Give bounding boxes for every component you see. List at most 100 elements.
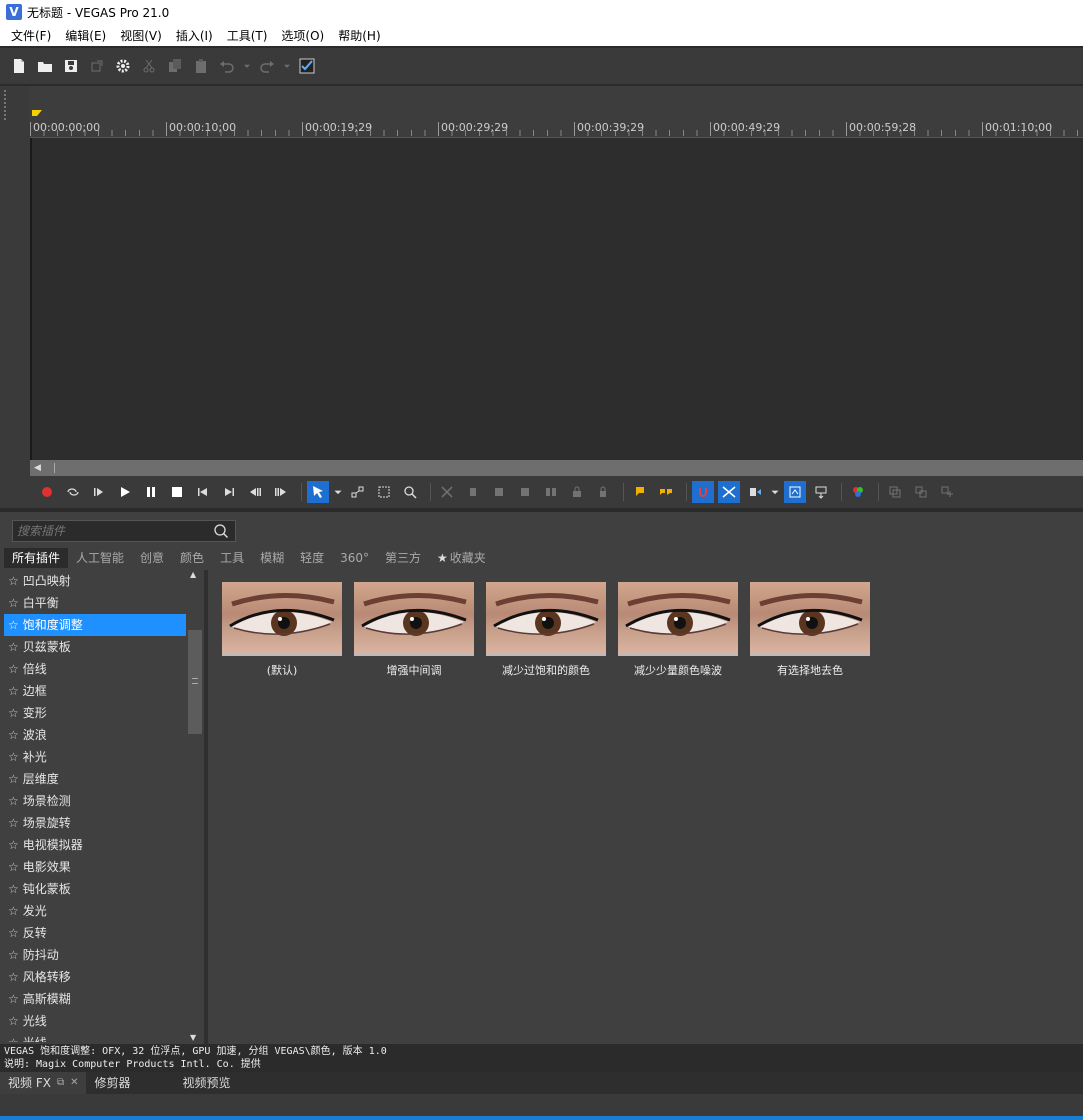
loop-button[interactable]: [62, 481, 84, 503]
tab-video-preview[interactable]: 视频预览: [175, 1072, 239, 1094]
trim-start-button[interactable]: [488, 481, 510, 503]
tab-favorites[interactable]: ★ 收藏夹: [429, 548, 494, 568]
panel-splitter[interactable]: [204, 570, 208, 1044]
auto-crossfade-button[interactable]: [718, 481, 740, 503]
snapping-button[interactable]: [692, 481, 714, 503]
menu-tools[interactable]: 工具(T): [220, 27, 275, 44]
lock-button[interactable]: [566, 481, 588, 503]
list-item[interactable]: ☆光线: [4, 1010, 186, 1032]
list-item[interactable]: ☆ 层维度: [4, 768, 186, 790]
list-item[interactable]: ☆ 倍线: [4, 658, 186, 680]
list-item[interactable]: ☆ 钝化蒙板: [4, 878, 186, 900]
search-icon[interactable]: [213, 523, 229, 539]
timeline-scrollbar[interactable]: ◀: [30, 460, 1083, 476]
list-item[interactable]: ☆ 高斯模糊: [4, 988, 186, 1010]
pause-button[interactable]: [140, 481, 162, 503]
menu-edit[interactable]: 编辑(E): [58, 27, 113, 44]
scroll-thumb[interactable]: [54, 463, 58, 473]
list-item[interactable]: ☆ 反转: [4, 922, 186, 944]
ripple-edit-button[interactable]: [744, 481, 766, 503]
play-from-start-button[interactable]: [88, 481, 110, 503]
list-item[interactable]: ☆ 补光: [4, 746, 186, 768]
render-button[interactable]: [86, 55, 108, 77]
list-item[interactable]: ☆ 变形: [4, 702, 186, 724]
star-outline-icon[interactable]: ☆: [8, 926, 19, 940]
insert-region-button[interactable]: [655, 481, 677, 503]
tab-360[interactable]: 360°: [332, 548, 377, 568]
ripple-dropdown[interactable]: [770, 481, 780, 503]
tab-ai[interactable]: 人工智能: [68, 548, 132, 568]
play-button[interactable]: [114, 481, 136, 503]
zoom-tool-button[interactable]: [399, 481, 421, 503]
paste-button[interactable]: [190, 55, 212, 77]
properties-button[interactable]: [112, 55, 134, 77]
cursor-marker-icon[interactable]: [32, 110, 42, 116]
undo-dropdown[interactable]: [242, 55, 252, 77]
list-item[interactable]: ☆ 凹凸映射: [4, 570, 186, 592]
list-item[interactable]: ☆ 防抖动: [4, 944, 186, 966]
list-item[interactable]: ☆ 风格转移: [4, 966, 186, 988]
redo-dropdown[interactable]: [282, 55, 292, 77]
list-item[interactable]: ☆ 电视模拟器: [4, 834, 186, 856]
drag-grip-icon[interactable]: [4, 90, 8, 120]
cut-button[interactable]: [138, 55, 160, 77]
star-outline-icon[interactable]: ☆: [8, 794, 19, 808]
trim-end-button[interactable]: [514, 481, 536, 503]
list-item[interactable]: ☆ 波浪: [4, 724, 186, 746]
preset-enhance-midtones[interactable]: 增强中间调: [354, 582, 474, 678]
star-outline-icon[interactable]: ☆: [8, 1014, 19, 1028]
tab-third-party[interactable]: 第三方: [377, 548, 429, 568]
star-outline-icon[interactable]: ☆: [8, 684, 19, 698]
lock-alt-button[interactable]: [592, 481, 614, 503]
tab-all-plugins[interactable]: 所有插件: [4, 548, 69, 568]
selection-tool-button[interactable]: [373, 481, 395, 503]
tab-video-fx[interactable]: 视频 FX ⧉ ✕: [0, 1072, 87, 1094]
preset-default[interactable]: (默认): [222, 582, 342, 678]
tab-color[interactable]: 颜色: [172, 548, 212, 568]
restore-window-icon[interactable]: ⧉: [57, 1072, 64, 1094]
star-outline-icon[interactable]: ☆: [8, 904, 19, 918]
envelope-tool-button[interactable]: [347, 481, 369, 503]
plugin-list-scrollbar[interactable]: ▲ ▼: [186, 570, 202, 1042]
star-outline-icon[interactable]: ☆: [8, 970, 19, 984]
group-button[interactable]: [884, 481, 906, 503]
star-outline-icon[interactable]: ☆: [8, 816, 19, 830]
undo-button[interactable]: [216, 55, 238, 77]
go-end-button[interactable]: [218, 481, 240, 503]
star-outline-icon[interactable]: ☆: [8, 882, 19, 896]
tab-light[interactable]: 轻度: [292, 548, 332, 568]
list-item[interactable]: ☆ 边框: [4, 680, 186, 702]
tab-tools[interactable]: 工具: [212, 548, 252, 568]
tab-trimmer[interactable]: 修剪器: [86, 1072, 138, 1094]
scroll-left-icon[interactable]: ◀: [34, 463, 41, 473]
tab-blur[interactable]: 模糊: [252, 548, 292, 568]
save-button[interactable]: [60, 55, 82, 77]
scroll-down-icon[interactable]: ▼: [190, 1033, 196, 1042]
go-start-button[interactable]: [192, 481, 214, 503]
open-button[interactable]: [34, 55, 56, 77]
insert-marker-button[interactable]: [629, 481, 651, 503]
star-outline-icon[interactable]: ☆: [8, 618, 19, 632]
menu-view[interactable]: 视图(V): [113, 27, 169, 44]
scroll-up-icon[interactable]: ▲: [190, 570, 196, 579]
redo-button[interactable]: [256, 55, 278, 77]
star-outline-icon[interactable]: ☆: [8, 992, 19, 1006]
star-outline-icon[interactable]: ☆: [8, 948, 19, 962]
menu-file[interactable]: 文件(F): [4, 27, 58, 44]
menu-help[interactable]: 帮助(H): [331, 27, 387, 44]
post-edit-ripple-button[interactable]: [810, 481, 832, 503]
tab-creative[interactable]: 创意: [132, 548, 172, 568]
plugin-search-box[interactable]: [12, 520, 236, 542]
timeline-ruler[interactable]: 00:00:00;00 00:00:10;00 00:00:19;29 00:0…: [30, 86, 1083, 138]
preset-selective-desaturate[interactable]: 有选择地去色: [750, 582, 870, 678]
scroll-thumb[interactable]: [188, 630, 202, 734]
normal-edit-tool-button[interactable]: [307, 481, 329, 503]
timeline-area[interactable]: [30, 138, 1083, 460]
star-outline-icon[interactable]: ☆: [8, 838, 19, 852]
list-item-selected[interactable]: ☆ 饱和度调整: [4, 614, 186, 636]
preset-reduce-color-noise[interactable]: 减少少量颜色噪波: [618, 582, 738, 678]
new-file-button[interactable]: [8, 55, 30, 77]
prev-frame-button[interactable]: [244, 481, 266, 503]
menu-options[interactable]: 选项(O): [274, 27, 331, 44]
star-outline-icon[interactable]: ☆: [8, 1036, 19, 1042]
